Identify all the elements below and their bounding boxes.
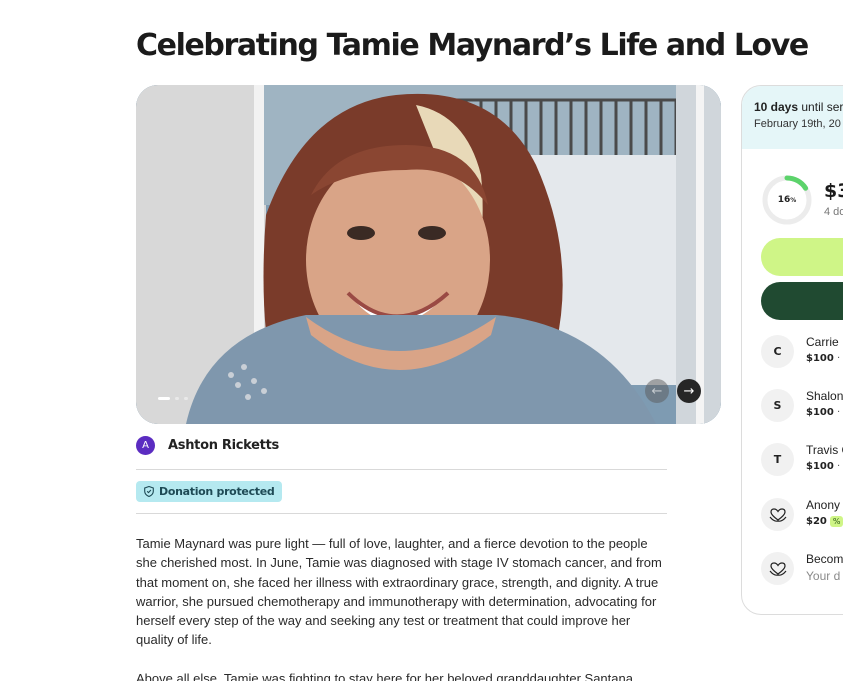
progress-unit: % <box>790 196 797 204</box>
donor-tag: % <box>829 516 843 527</box>
amount-raised: $3 <box>824 180 843 202</box>
donor-meta: · 9 <box>837 407 843 418</box>
carousel-next-button[interactable]: → <box>677 379 701 403</box>
donor-meta: · 9 <box>837 353 843 364</box>
hero-image[interactable]: ← → <box>136 85 721 424</box>
divider <box>136 513 667 514</box>
service-countdown: 10 days until serv February 19th, 20 <box>742 86 843 149</box>
donor-avatar: T <box>761 443 794 476</box>
story-text: Tamie Maynard was pure light — full of l… <box>136 534 671 681</box>
donor-amount: $100 <box>806 461 834 472</box>
donor-avatar <box>761 552 794 585</box>
donation-protected-badge[interactable]: Donation protected <box>136 481 283 502</box>
become-donor-subtitle: Your d <box>806 569 841 583</box>
donor-item: S Shalon $100 · 9 <box>761 389 843 422</box>
carousel-dot[interactable] <box>175 397 179 400</box>
story-paragraph: Above all else, Tamie was fighting to st… <box>136 670 637 681</box>
become-donor-title: Becom <box>806 552 843 566</box>
heart-hand-icon <box>769 507 786 522</box>
organizer[interactable]: A Ashton Ricketts <box>136 436 279 455</box>
donor-amount: $100 <box>806 353 834 364</box>
arrow-right-icon: → <box>683 383 695 399</box>
badge-label: Donation protected <box>159 485 275 498</box>
carousel-dot[interactable] <box>184 397 188 400</box>
progress-value: 16 <box>777 195 791 205</box>
divider <box>136 469 667 470</box>
become-donor-item[interactable]: Becom Your d <box>761 552 843 585</box>
donor-amount: $20 <box>806 516 827 527</box>
donor-item: C Carrie $100 · 9 <box>761 335 843 368</box>
heart-hand-icon <box>769 561 786 576</box>
page-title: Celebrating Tamie Maynard’s Life and Lov… <box>136 28 809 63</box>
donor-amount: $100 <box>806 407 834 418</box>
progress-percent: 16% <box>761 174 813 226</box>
donation-card: 10 days until serv February 19th, 20 16%… <box>741 85 843 615</box>
donor-name: Carrie <box>806 335 839 349</box>
hero-photo <box>136 85 721 424</box>
donor-name: Anony <box>806 498 841 512</box>
organizer-name[interactable]: Ashton Ricketts <box>168 438 279 453</box>
shield-icon <box>144 486 154 497</box>
donor-item: T Travis C $100 · 10 <box>761 443 843 476</box>
organizer-avatar: A <box>136 436 155 455</box>
donor-meta: · 10 <box>837 461 843 472</box>
carousel-dots[interactable] <box>158 397 188 400</box>
days-remaining-suffix: until serv <box>801 100 843 114</box>
carousel-prev-button[interactable]: ← <box>645 379 669 403</box>
donation-count: 4 do <box>824 206 843 218</box>
carousel-dot-active[interactable] <box>158 397 170 400</box>
donor-avatar <box>761 498 794 531</box>
donor-avatar: C <box>761 335 794 368</box>
donor-name: Shalon <box>806 389 843 403</box>
days-remaining: 10 days <box>754 100 799 114</box>
arrow-left-icon: ← <box>651 383 663 399</box>
share-button[interactable] <box>761 238 843 276</box>
service-date: February 19th, 20 <box>754 118 841 130</box>
donor-item: Anony $20% <box>761 498 843 531</box>
donor-name: Travis C <box>806 443 843 457</box>
story-paragraph: Tamie Maynard was pure light — full of l… <box>136 536 662 648</box>
donate-button[interactable] <box>761 282 843 320</box>
donor-avatar: S <box>761 389 794 422</box>
